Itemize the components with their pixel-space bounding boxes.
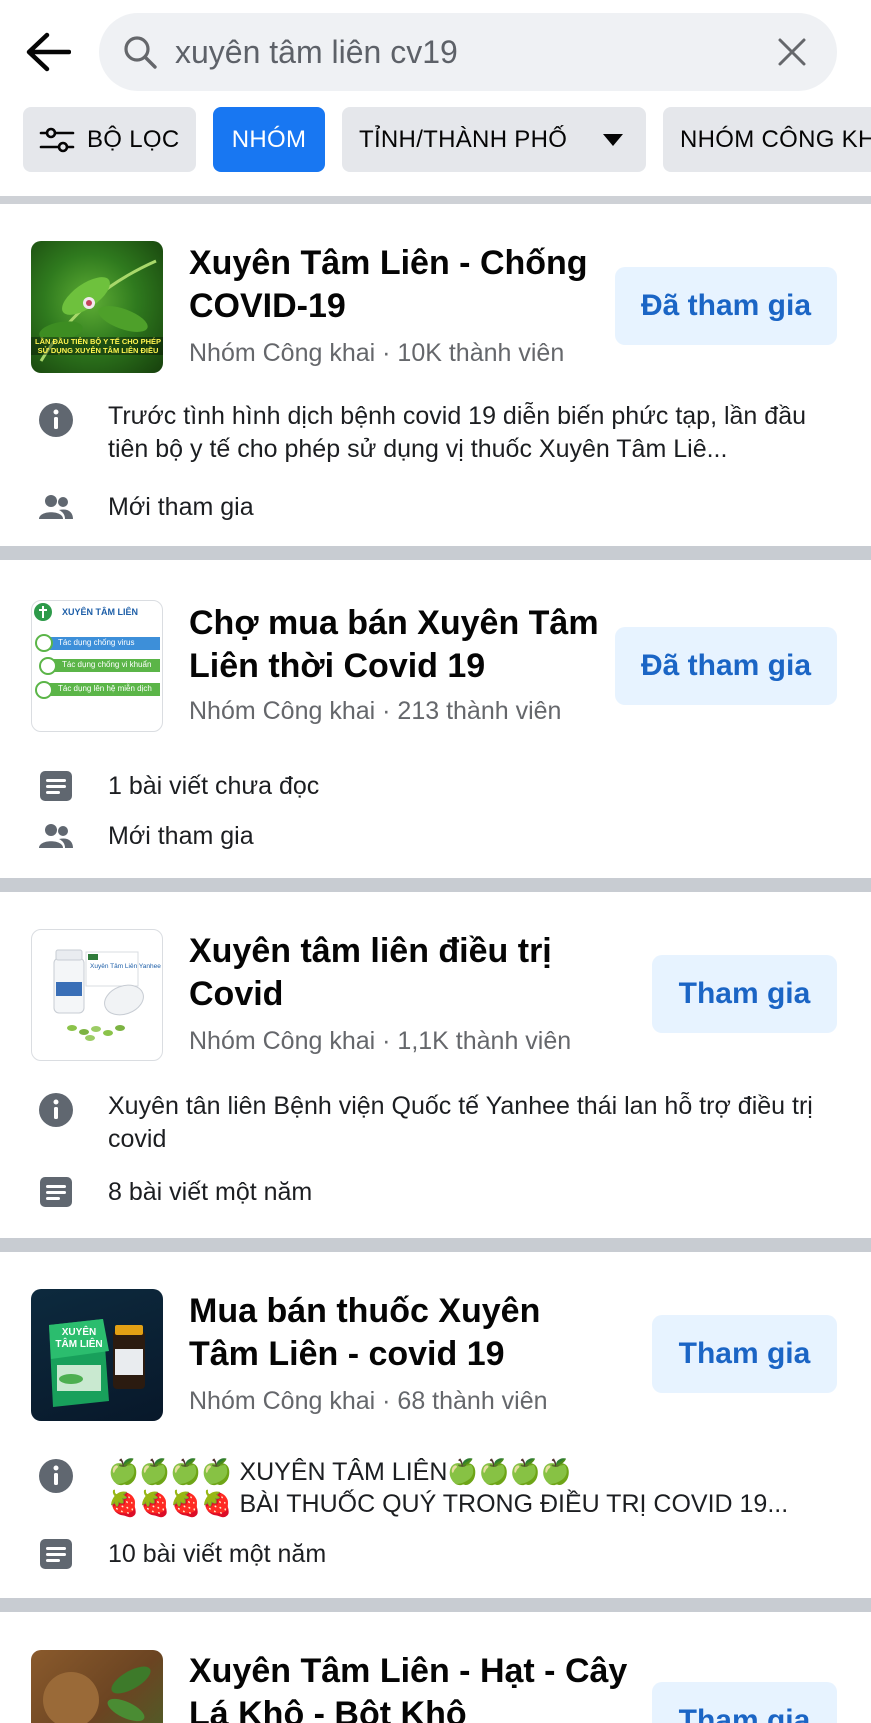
joined-button[interactable]: Đã tham gia (615, 267, 837, 345)
group-description: Trước tình hình dịch bệnh covid 19 diễn … (108, 402, 806, 463)
group-cover-image[interactable]: XUYÊN TÂM LIÊN Tác dụng chống virus Tác … (31, 600, 163, 732)
search-input[interactable]: xuyên tâm liên cv19 (99, 13, 837, 91)
post-activity: 10 bài viết một năm (108, 1540, 327, 1568)
caret-down-icon (603, 134, 623, 146)
group-info-row: Trước tình hình dịch bệnh covid 19 diễn … (0, 400, 871, 470)
back-arrow-icon (26, 32, 71, 72)
group-title[interactable]: Chợ mua bán Xuyên Tâm Liên thời Covid 19 (189, 602, 609, 688)
info-icon (39, 1093, 73, 1127)
membership-row: Mới tham gia (0, 489, 871, 529)
post-activity-row: 10 bài viết một năm (0, 1536, 871, 1576)
group-cover-image[interactable] (31, 1650, 163, 1723)
group-card[interactable]: LẦN ĐẦU TIÊN BỘ Y TẾ CHO PHÉP SỬ DỤNG XU… (0, 204, 871, 546)
filter-button[interactable]: BỘ LỌC (23, 107, 196, 172)
group-cover-image[interactable]: LẦN ĐẦU TIÊN BỘ Y TẾ CHO PHÉP SỬ DỤNG XU… (31, 241, 163, 373)
group-description-line: 🍓🍓🍓🍓 BÀI THUỐC QUÝ TRONG ĐIỀU TRỊ COVID … (108, 1490, 789, 1518)
joined-button[interactable]: Đã tham gia (615, 627, 837, 705)
back-button[interactable] (22, 26, 74, 78)
filter-sliders-icon (39, 127, 75, 152)
membership-status: Mới tham gia (108, 493, 254, 521)
infographic-line: Tác dụng lên hệ miễn dịch (58, 684, 152, 693)
divider (0, 878, 871, 892)
group-meta: Nhóm Công khai · 68 thành viên (189, 1387, 548, 1415)
group-meta: Nhóm Công khai · 10K thành viên (189, 339, 565, 367)
group-title[interactable]: Mua bán thuốc Xuyên Tâm Liên - covid 19 (189, 1290, 609, 1376)
dried-herb-image (43, 1666, 151, 1723)
chip-groups-label: NHÓM (231, 125, 307, 153)
info-icon (39, 1459, 73, 1493)
group-description-line: 🍏🍏🍏🍏 XUYÊN TÂM LIÊN🍏🍏🍏🍏 (108, 1458, 572, 1486)
members-icon (39, 495, 73, 519)
group-cover-image[interactable]: XUYÊN TÂM LIÊN (31, 1289, 163, 1421)
group-title[interactable]: Xuyên tâm liên điều trị Covid (189, 930, 609, 1016)
product-bottle-image (53, 949, 144, 1041)
infographic-line: Tác dụng chống virus (58, 638, 135, 647)
chip-groups[interactable]: NHÓM (213, 107, 325, 172)
product-box-image (49, 1319, 145, 1407)
group-info-row: 🍏🍏🍏🍏 XUYÊN TÂM LIÊN🍏🍏🍏🍏 🍓🍓🍓🍓 BÀI THUỐC Q… (0, 1456, 871, 1526)
divider (0, 1238, 871, 1252)
filter-label: BỘ LỌC (87, 125, 180, 153)
unread-posts: 1 bài viết chưa đọc (108, 772, 320, 800)
membership-status: Mới tham gia (108, 822, 254, 850)
filter-chips: BỘ LỌC NHÓM TỈNH/THÀNH PHỐ NHÓM CÔNG KH (0, 104, 871, 196)
group-meta: Nhóm Công khai · 1,1K thành viên (189, 1027, 572, 1055)
members-icon (39, 824, 73, 848)
join-button[interactable]: Tham gia (652, 955, 837, 1033)
chip-province-city[interactable]: TỈNH/THÀNH PHỐ (342, 107, 646, 172)
divider (0, 196, 871, 204)
group-description: Xuyên tân liên Bệnh viện Quốc tế Yanhee … (108, 1092, 813, 1153)
group-info-row: Xuyên tân liên Bệnh viện Quốc tế Yanhee … (0, 1090, 871, 1160)
infographic-line: Tác dụng chống vi khuẩn (62, 660, 152, 669)
posts-icon (40, 1177, 72, 1207)
divider (0, 546, 871, 560)
info-icon (39, 403, 73, 437)
join-button[interactable]: Tham gia (652, 1682, 837, 1723)
group-cover-image[interactable]: Xuyên Tâm Liên Yanhee (31, 929, 163, 1061)
join-button[interactable]: Tham gia (652, 1315, 837, 1393)
search-query: xuyên tâm liên cv19 (175, 34, 458, 70)
search-icon (124, 36, 157, 69)
group-card[interactable]: XUYÊN TÂM LIÊN Tác dụng chống virus Tác … (0, 560, 871, 888)
post-activity: 8 bài viết một năm (108, 1178, 313, 1206)
group-card[interactable]: XUYÊN TÂM LIÊN Mua bán thuốc Xuyên Tâm L… (0, 1252, 871, 1598)
group-title[interactable]: Xuyên Tâm Liên - Chống COVID-19 (189, 242, 609, 328)
chip-public-label: NHÓM CÔNG KH (680, 125, 871, 153)
divider (0, 1598, 871, 1612)
top-bar: xuyên tâm liên cv19 (0, 0, 871, 104)
posts-icon (40, 771, 72, 801)
group-meta: Nhóm Công khai · 213 thành viên (189, 697, 562, 725)
product-label: Xuyên Tâm Liên Yanhee (90, 963, 161, 970)
chip-province-label: TỈNH/THÀNH PHỐ (359, 125, 568, 153)
chip-public-groups[interactable]: NHÓM CÔNG KH (663, 107, 871, 172)
group-card[interactable]: Xuyên Tâm Liên Yanhee Xuyên tâm liên điề… (0, 892, 871, 1238)
unread-posts-row: 1 bài viết chưa đọc (0, 768, 871, 808)
post-activity-row: 8 bài viết một năm (0, 1174, 871, 1214)
group-title[interactable]: Xuyên Tâm Liên - Hạt - Cây Lá Khô - Bột … (189, 1650, 629, 1723)
infographic-heading: XUYÊN TÂM LIÊN (62, 607, 139, 617)
clear-search-icon[interactable] (775, 35, 809, 69)
posts-icon (40, 1539, 72, 1569)
product-box-label: XUYÊN TÂM LIÊN (55, 1327, 103, 1350)
cover-caption: LẦN ĐẦU TIÊN BỘ Y TẾ CHO PHÉP SỬ DỤNG XU… (35, 337, 161, 355)
membership-row: Mới tham gia (0, 818, 871, 858)
group-card[interactable]: Xuyên Tâm Liên - Hạt - Cây Lá Khô - Bột … (0, 1612, 871, 1723)
